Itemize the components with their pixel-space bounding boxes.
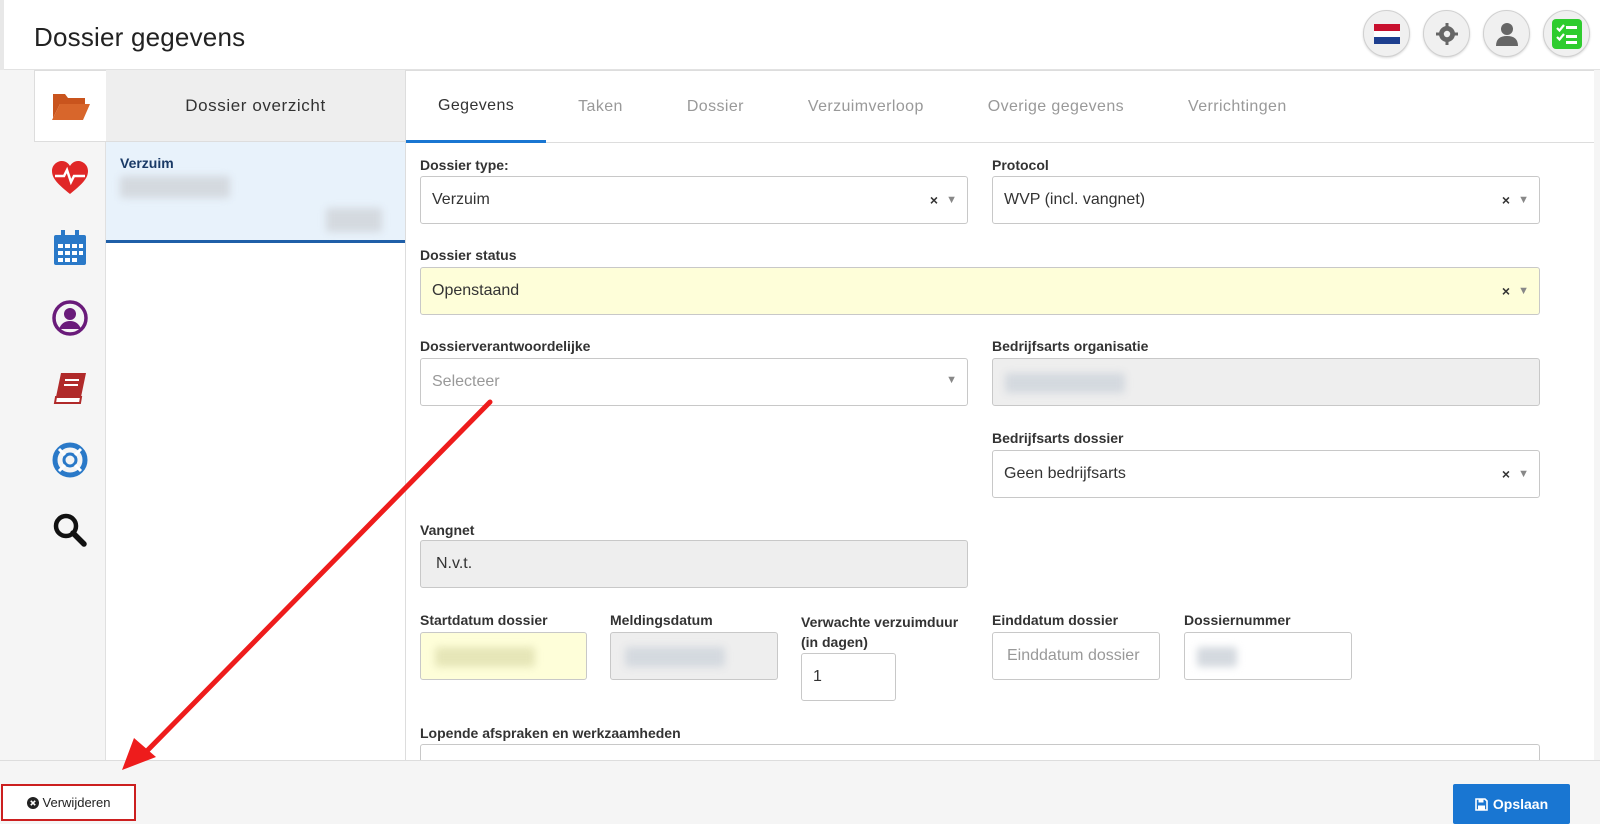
language-button[interactable] (1363, 10, 1410, 57)
dossier-card-title: Verzuim (120, 155, 174, 171)
einddatum-placeholder: Einddatum dossier (1007, 647, 1140, 664)
meldingsdatum-label: Meldingsdatum (610, 612, 713, 628)
bedrijfsarts-dossier-label: Bedrijfsarts dossier (992, 430, 1124, 446)
rail-item-support[interactable] (34, 424, 106, 496)
dossiernummer-label: Dossiernummer (1184, 612, 1291, 628)
dossier-card-verzuim[interactable]: Verzuim (106, 142, 405, 243)
dossierverantwoordelijke-select[interactable]: Selecteer ▼ (420, 358, 968, 406)
rail-item-health[interactable] (34, 142, 106, 214)
meldingsdatum-field (610, 632, 778, 680)
protocol-select[interactable]: WVP (incl. vangnet) × ▼ (992, 176, 1540, 224)
bedrijfsarts-dossier-value: Geen bedrijfsarts (1004, 465, 1126, 482)
overview-heading: Dossier overzicht (106, 70, 405, 142)
redacted-text (120, 176, 230, 198)
chevron-down-icon: ▼ (1518, 285, 1529, 297)
lifebuoy-icon (52, 442, 88, 478)
checklist-icon (1551, 18, 1582, 49)
dossier-type-select[interactable]: Verzuim × ▼ (420, 176, 968, 224)
vangnet-label: Vangnet (420, 522, 475, 538)
redacted-text (326, 208, 382, 232)
verzuimduur-value: 1 (813, 668, 822, 685)
dossier-status-label: Dossier status (420, 247, 517, 263)
startdatum-label: Startdatum dossier (420, 612, 548, 628)
einddatum-label: Einddatum dossier (992, 612, 1119, 628)
lopende-afspraken-label: Lopende afspraken en werkzaamheden (420, 725, 681, 741)
chevron-down-icon: ▼ (946, 374, 957, 386)
rail-item-employee[interactable] (34, 282, 106, 354)
page-title: Dossier gegevens (34, 22, 246, 52)
dossier-type-label: Dossier type: (420, 157, 509, 173)
bedrijfsarts-organisatie-label: Bedrijfsarts organisatie (992, 338, 1149, 354)
clear-icon[interactable]: × (1502, 466, 1510, 482)
einddatum-input[interactable]: Einddatum dossier (992, 632, 1160, 680)
profile-button[interactable] (1483, 10, 1530, 57)
chevron-down-icon: ▼ (946, 194, 957, 206)
tab-gegevens[interactable]: Gegevens (406, 71, 547, 143)
verzuimduur-input[interactable]: 1 (801, 653, 896, 701)
tab-bar: Gegevens Taken Dossier Verzuimverloop Ov… (406, 71, 1594, 143)
redacted-text (1005, 373, 1125, 393)
chevron-down-icon: ▼ (1518, 468, 1529, 480)
dossier-overview-panel: Dossier overzicht Verzuim (106, 70, 406, 760)
dossierverantwoordelijke-placeholder: Selecteer (432, 373, 500, 390)
rail-item-search[interactable] (34, 494, 106, 566)
clear-icon[interactable]: × (1502, 283, 1510, 299)
delete-button[interactable]: Verwijderen (1, 784, 136, 821)
rail-item-calendar[interactable] (34, 212, 106, 284)
tasks-button[interactable] (1543, 10, 1590, 57)
book-icon (53, 373, 86, 404)
user-icon (1495, 22, 1518, 46)
protocol-label: Protocol (992, 157, 1049, 173)
folder-open-icon (51, 94, 90, 120)
redacted-text (435, 647, 535, 667)
redacted-text (625, 647, 725, 667)
vangnet-field: N.v.t. (420, 540, 968, 588)
heartbeat-icon (52, 161, 88, 194)
dossier-type-value: Verzuim (432, 191, 490, 208)
dossiernummer-field[interactable] (1184, 632, 1352, 680)
delete-button-label: Verwijderen (42, 795, 111, 810)
gear-icon (1435, 22, 1458, 45)
tab-taken[interactable]: Taken (546, 71, 655, 143)
bottom-action-bar: Verwijderen Opslaan (0, 760, 1600, 824)
dutch-flag-icon (1373, 23, 1400, 44)
bedrijfsarts-organisatie-field (992, 358, 1540, 406)
tab-overige-gegevens[interactable]: Overige gegevens (956, 71, 1156, 143)
calendar-icon (54, 230, 86, 265)
verzuimduur-label-line2: (in dagen) (801, 634, 868, 650)
main-panel: Gegevens Taken Dossier Verzuimverloop Ov… (406, 70, 1594, 764)
tab-verzuimverloop[interactable]: Verzuimverloop (776, 71, 956, 143)
save-icon (1475, 797, 1488, 811)
left-navigation-rail (0, 70, 106, 760)
startdatum-input[interactable] (420, 632, 587, 680)
clear-icon[interactable]: × (930, 192, 938, 208)
clear-icon[interactable]: × (1502, 192, 1510, 208)
dossier-status-select[interactable]: Openstaand × ▼ (420, 267, 1540, 315)
protocol-value: WVP (incl. vangnet) (1004, 191, 1146, 208)
tab-verrichtingen[interactable]: Verrichtingen (1156, 71, 1319, 143)
tab-dossier[interactable]: Dossier (655, 71, 776, 143)
settings-button[interactable] (1423, 10, 1470, 57)
search-icon (53, 513, 87, 547)
times-circle-icon (26, 796, 39, 809)
bedrijfsarts-dossier-select[interactable]: Geen bedrijfsarts × ▼ (992, 450, 1540, 498)
redacted-text (1197, 647, 1237, 667)
save-button[interactable]: Opslaan (1453, 784, 1570, 824)
rail-item-logbook[interactable] (34, 352, 106, 424)
verzuimduur-label: Verwachte verzuimduur (in dagen) (801, 612, 958, 652)
chevron-down-icon: ▼ (1518, 194, 1529, 206)
user-circle-icon (52, 300, 88, 336)
save-button-label: Opslaan (1492, 796, 1549, 812)
dossierverantwoordelijke-label: Dossierverantwoordelijke (420, 338, 591, 354)
rail-item-dossiers[interactable] (34, 70, 106, 142)
top-bar: Dossier gegevens (0, 0, 1600, 70)
dossier-status-value: Openstaand (432, 282, 520, 299)
top-icon-group (1363, 10, 1590, 57)
verzuimduur-label-line1: Verwachte verzuimduur (801, 614, 959, 630)
vangnet-value: N.v.t. (436, 555, 473, 572)
